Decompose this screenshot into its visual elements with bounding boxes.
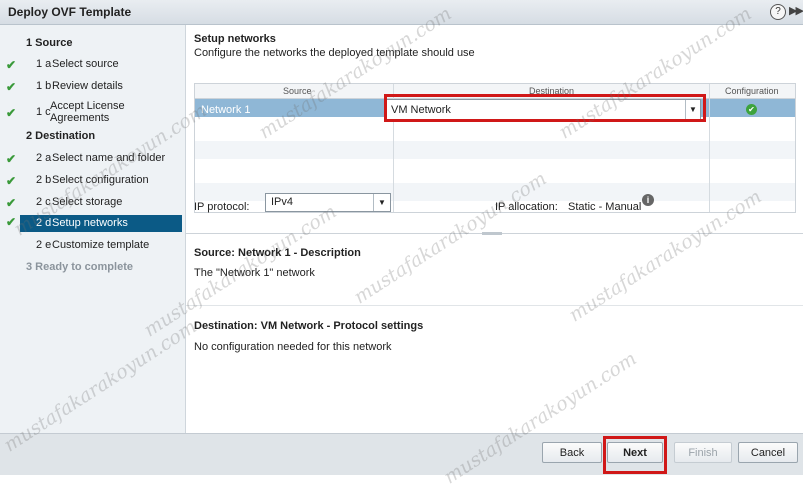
ip-protocol-select[interactable]: IPv4 ▼ [265,193,391,212]
check-icon: ✔ [6,174,17,188]
ip-allocation-value: Static - Manual [568,201,642,213]
wizard-steps-sidebar: 1 Source ✔ 1 a Select source ✔ 1 b Revie… [0,25,186,433]
check-icon: ✔ [6,80,17,94]
splitter-handle[interactable] [482,232,502,235]
source-description-title: Source: Network 1 - Description [194,247,361,259]
table-row-empty [195,141,795,159]
wizard-footer: Back Next Finish Cancel [0,433,803,475]
highlight-box [603,436,667,474]
window-title: Deploy OVF Template [8,5,132,19]
chevron-down-icon[interactable]: ▼ [373,194,390,211]
step-setup-networks[interactable]: 2 d Setup networks [20,215,182,232]
help-icon[interactable]: ? [770,4,786,20]
source-network-cell: Network 1 [201,104,251,116]
ip-protocol-label: IP protocol: [194,201,250,213]
destination-settings-text: No configuration needed for this network [194,341,392,353]
check-icon: ✔ [6,152,17,166]
table-row-empty [195,120,795,138]
page-title: Setup networks [194,33,276,45]
cancel-button[interactable]: Cancel [738,442,798,463]
destination-settings-title: Destination: VM Network - Protocol setti… [194,320,424,332]
column-configuration[interactable]: Configuration [725,86,779,96]
configuration-ok-icon: ✔ [746,104,757,115]
title-bar: Deploy OVF Template ? ▶▶ [0,0,803,25]
info-icon[interactable]: i [642,194,654,206]
check-icon: ✔ [6,215,17,229]
check-icon: ✔ [6,58,17,72]
source-description-text: The "Network 1" network [194,267,315,279]
column-divider [709,84,710,212]
finish-button: Finish [674,442,732,463]
column-source[interactable]: Source [283,86,312,96]
back-button[interactable]: Back [542,442,602,463]
table-row-empty [195,162,795,180]
check-icon: ✔ [6,196,17,210]
check-icon: ✔ [6,106,17,120]
main-content: Setup networks Configure the networks th… [186,25,803,433]
ip-allocation-label: IP allocation: [495,201,558,213]
collapse-icon[interactable]: ▶▶ [789,4,803,17]
page-subtitle: Configure the networks the deployed temp… [194,47,475,59]
pane-splitter[interactable] [186,232,803,238]
highlight-box [384,94,706,122]
section-divider [186,305,803,306]
